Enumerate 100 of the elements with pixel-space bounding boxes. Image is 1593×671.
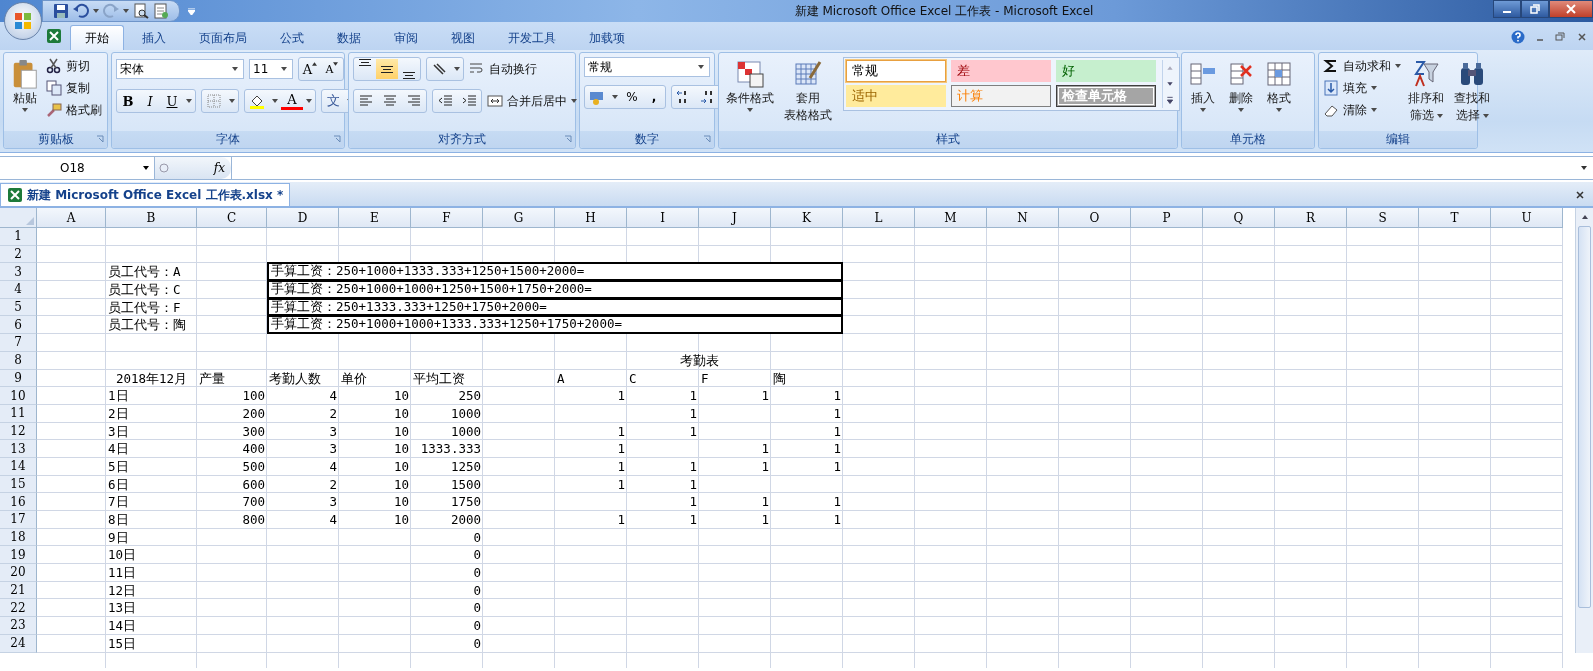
font-size-dropdown[interactable]: 11	[249, 59, 293, 79]
caret-icon[interactable]	[303, 99, 315, 103]
underline-button[interactable]: U	[161, 91, 183, 111]
column-header[interactable]: O	[1059, 208, 1131, 228]
row-header[interactable]: 22	[0, 599, 37, 618]
save-icon[interactable]	[53, 3, 69, 19]
cell-style[interactable]: 适中	[846, 85, 946, 107]
ribbon-tab[interactable]: 插入	[127, 25, 181, 50]
row-header[interactable]: 7	[0, 334, 37, 352]
table-cell-text: 1	[832, 404, 842, 423]
caret-icon[interactable]	[269, 99, 281, 103]
close-icon[interactable]	[1577, 32, 1587, 42]
vertical-scrollbar[interactable]	[1575, 208, 1593, 653]
cell-style[interactable]: 差	[951, 60, 1051, 82]
cell-style[interactable]: 常规	[846, 60, 946, 82]
close-button[interactable]	[1549, 0, 1593, 18]
format-painter-button[interactable]: 格式刷	[46, 101, 102, 119]
scrollbar-thumb[interactable]	[1578, 226, 1591, 608]
row-header[interactable]: 17	[0, 511, 37, 529]
column-header[interactable]: R	[1275, 208, 1347, 228]
column-header[interactable]: T	[1419, 208, 1491, 228]
comma-button[interactable]: ,	[643, 87, 665, 107]
print-preview-icon[interactable]	[133, 3, 149, 19]
column-header[interactable]: L	[843, 208, 915, 228]
ribbon-tab[interactable]: 视图	[436, 25, 490, 50]
row-header[interactable]: 3	[0, 263, 37, 282]
shrink-font-button[interactable]: A	[321, 59, 343, 79]
ribbon-tab[interactable]: 页面布局	[184, 25, 262, 50]
ribbon-tab[interactable]: 审阅	[379, 25, 433, 50]
paste-button[interactable]: 粘贴	[8, 57, 42, 114]
ribbon-tab[interactable]: 公式	[265, 25, 319, 50]
column-header[interactable]: U	[1491, 208, 1563, 228]
caret-icon[interactable]	[609, 95, 621, 99]
customize-caret-icon[interactable]	[188, 7, 195, 15]
delete-button[interactable]: 删除	[1224, 57, 1258, 114]
merge-center-button[interactable]: 合并后居中	[487, 92, 577, 110]
column-header[interactable]: C	[197, 208, 267, 228]
row-header[interactable]: 13	[0, 440, 37, 458]
cut-button[interactable]: 剪切	[46, 57, 102, 75]
percent-button[interactable]: %	[621, 87, 643, 107]
ribbon-tab[interactable]: 开发工具	[493, 25, 571, 50]
number-format-dropdown[interactable]: 常规	[584, 57, 710, 77]
sort-filter-button[interactable]: 排序和 筛选	[1405, 57, 1447, 125]
close-icon[interactable]	[1575, 190, 1585, 200]
bold-button[interactable]: B	[117, 91, 139, 111]
restore-button[interactable]	[1521, 0, 1549, 18]
grow-font-button[interactable]: A	[299, 59, 321, 79]
undo-icon[interactable]	[73, 3, 89, 19]
column-header[interactable]: H	[555, 208, 627, 228]
row-header[interactable]: 1	[0, 228, 37, 246]
find-select-button[interactable]: 查找和 选择	[1451, 57, 1493, 125]
format-as-table-button[interactable]: 套用 表格格式	[781, 57, 835, 125]
caret-icon[interactable]	[93, 9, 99, 13]
caret-icon[interactable]	[451, 67, 463, 71]
cell-style[interactable]: 好	[1056, 60, 1156, 82]
column-header[interactable]: G	[483, 208, 555, 228]
row-header[interactable]: 6	[0, 316, 37, 335]
ribbon-tab[interactable]: 数据	[322, 25, 376, 50]
font-name-dropdown[interactable]: 宋体	[116, 59, 244, 79]
column-header[interactable]: E	[339, 208, 411, 228]
column-header[interactable]: F	[411, 208, 483, 228]
ribbon-tab[interactable]: 加载项	[574, 25, 640, 50]
column-header[interactable]: K	[771, 208, 843, 228]
row-header[interactable]: 4	[0, 281, 37, 299]
restore-icon[interactable]	[1555, 32, 1565, 42]
row-header[interactable]: 16	[0, 493, 37, 511]
format-button[interactable]: 格式	[1262, 57, 1296, 114]
column-header[interactable]: A	[37, 208, 106, 228]
caret-icon[interactable]	[183, 99, 195, 103]
row-header[interactable]: 10	[0, 387, 37, 405]
italic-button[interactable]: I	[139, 91, 161, 111]
ribbon-tab[interactable]: 开始	[70, 25, 124, 50]
column-header[interactable]: J	[699, 208, 771, 228]
column-header[interactable]: D	[267, 208, 339, 228]
vertical-align-button[interactable]	[376, 59, 398, 79]
copy-button[interactable]: 复制	[46, 79, 102, 97]
handle-icon[interactable]	[159, 163, 169, 173]
minimize-button[interactable]	[1493, 0, 1521, 18]
caret-icon[interactable]	[123, 9, 129, 13]
insert-function-button[interactable]: fx	[213, 161, 231, 175]
row-header[interactable]: 23	[0, 617, 37, 635]
minimize-icon[interactable]	[1537, 38, 1543, 41]
insert-button[interactable]: 插入	[1186, 57, 1220, 114]
column-header[interactable]: N	[987, 208, 1059, 228]
column-header[interactable]: B	[106, 208, 197, 228]
document-tab[interactable]: 新建 Microsoft Office Excel 工作表.xlsx *	[0, 183, 291, 206]
column-header[interactable]: Q	[1203, 208, 1275, 228]
row-header[interactable]: 19	[0, 546, 37, 565]
help-icon[interactable]	[1511, 30, 1525, 44]
column-header[interactable]: S	[1347, 208, 1419, 228]
fill-button[interactable]: 填充	[1323, 79, 1401, 97]
column-header[interactable]: I	[627, 208, 699, 228]
clear-button[interactable]: 清除	[1323, 101, 1401, 119]
column-header[interactable]: M	[915, 208, 987, 228]
conditional-formatting-button[interactable]: 条件格式	[723, 57, 777, 114]
caret-icon[interactable]	[226, 99, 238, 103]
row-header[interactable]: 20	[0, 564, 37, 582]
autosum-button[interactable]: 自动求和	[1323, 57, 1401, 75]
wrap-text-button[interactable]: 自动换行	[469, 60, 537, 78]
column-header[interactable]: P	[1131, 208, 1203, 228]
